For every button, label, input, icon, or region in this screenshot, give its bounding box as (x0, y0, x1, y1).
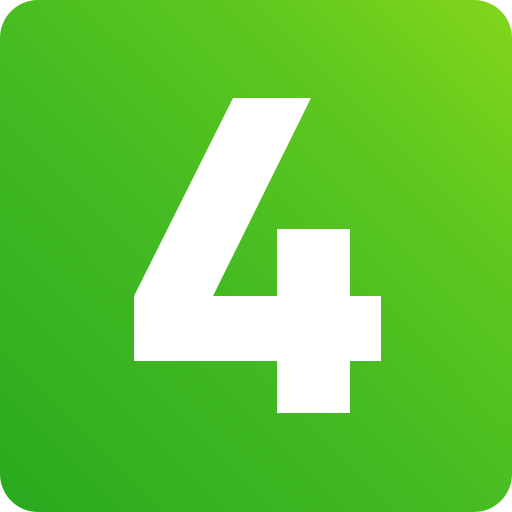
number-four-glyph (134, 98, 381, 413)
app-icon-tile (0, 0, 512, 512)
number-four-icon (134, 98, 381, 413)
